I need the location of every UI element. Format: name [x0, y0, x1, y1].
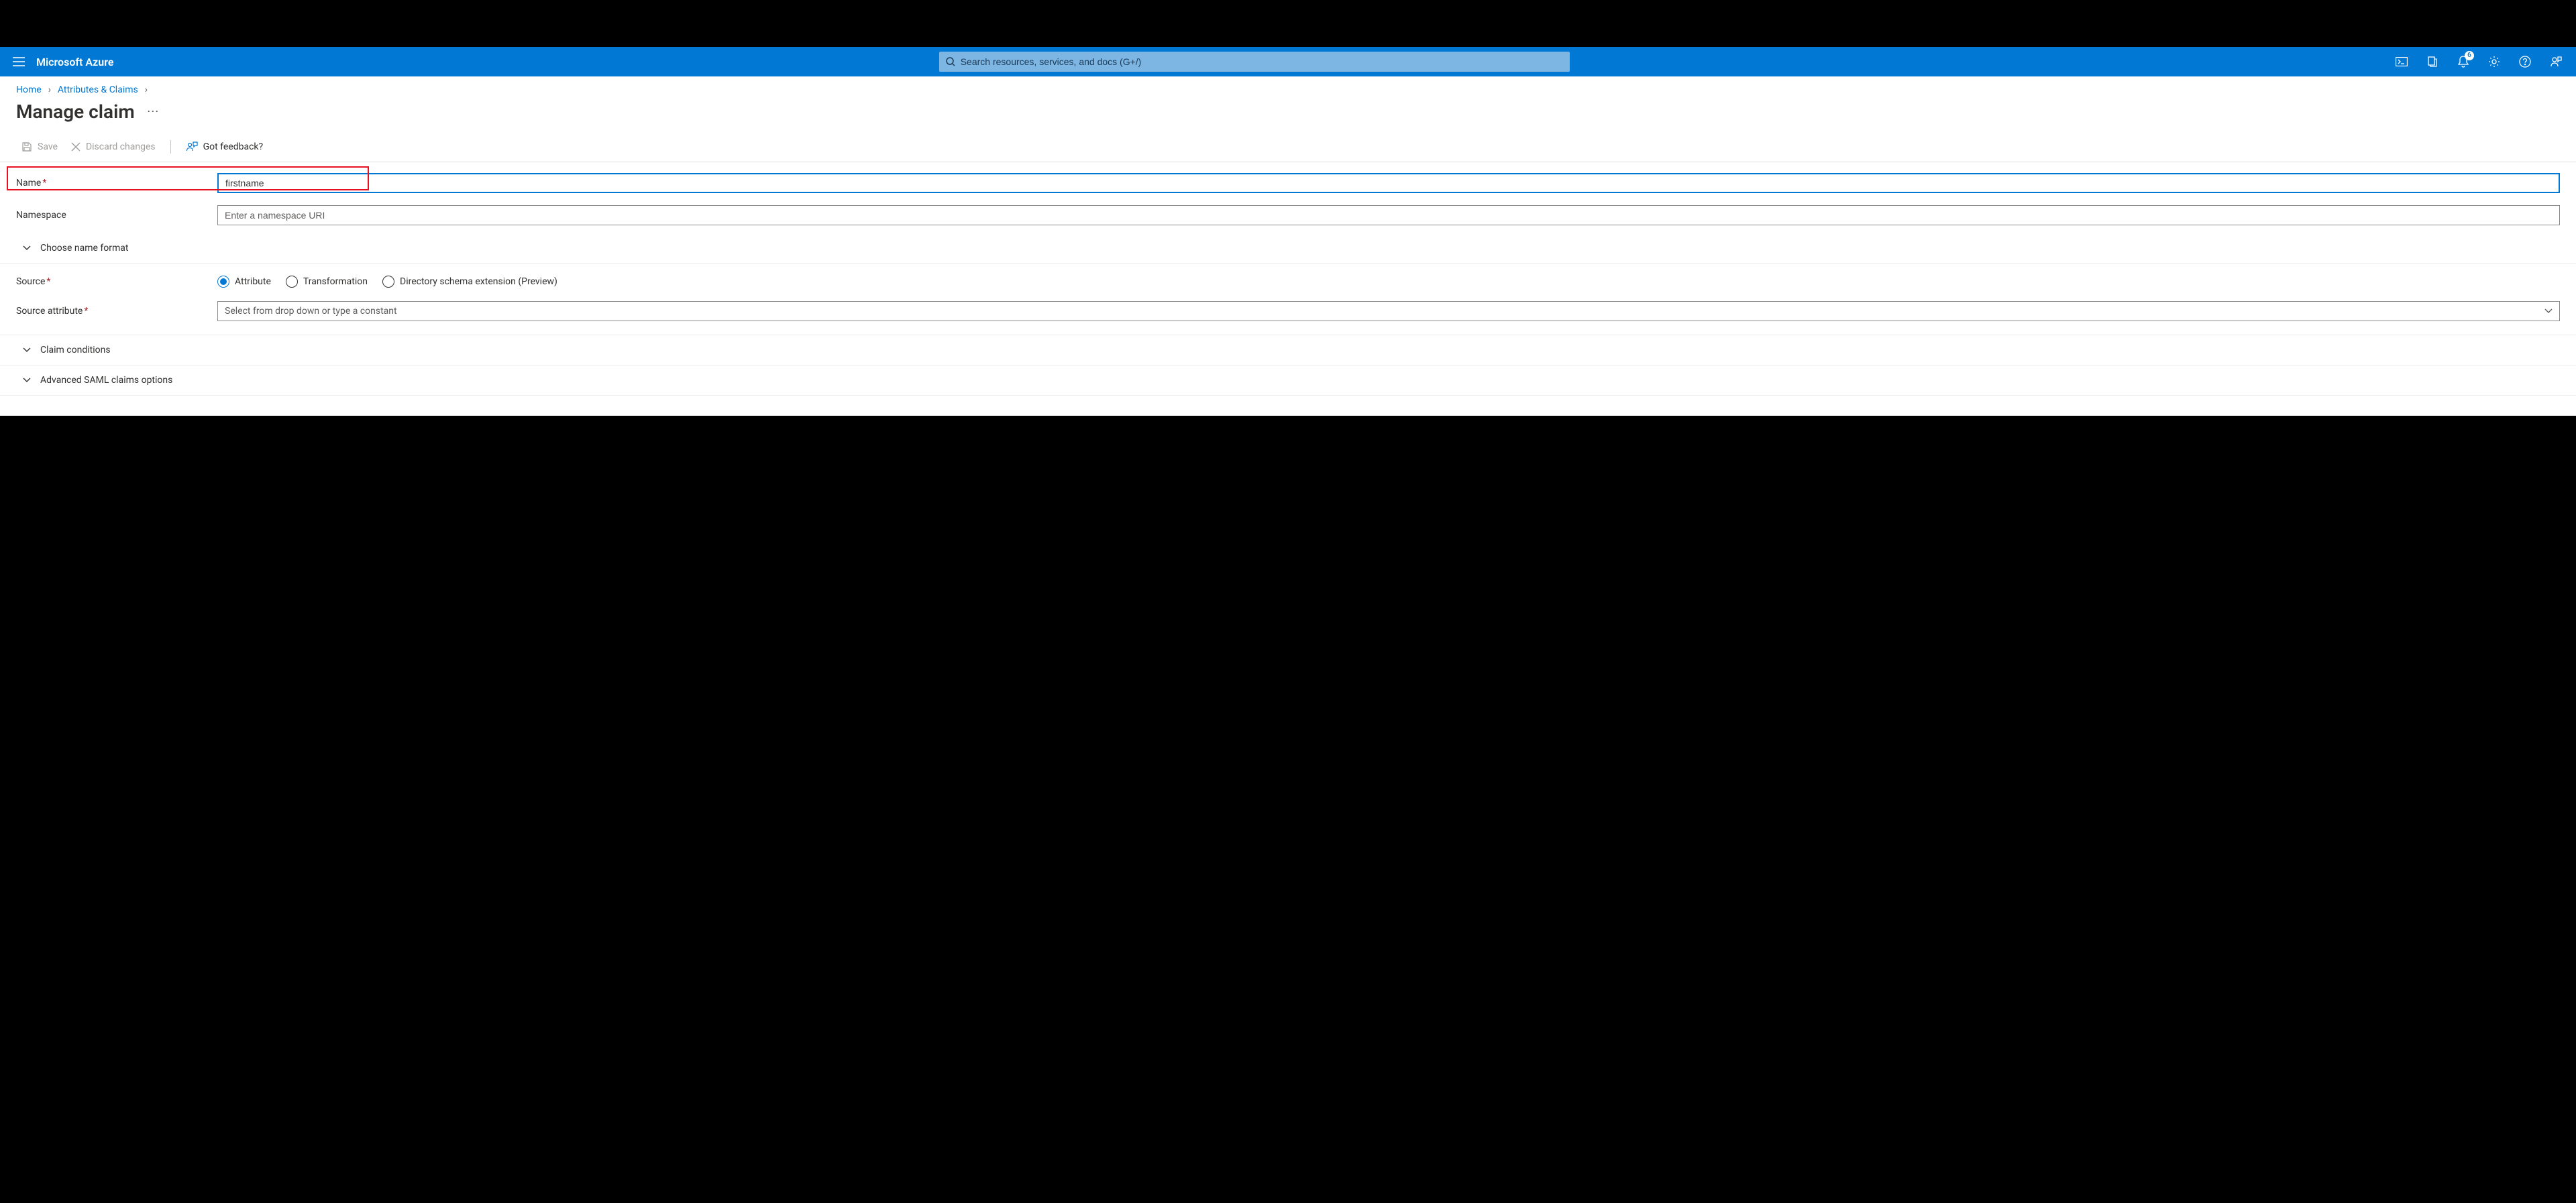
source-row: Source* Attribute Transformation [16, 264, 2560, 292]
advanced-saml-expander[interactable]: Advanced SAML claims options [0, 365, 2576, 396]
choose-name-format-label: Choose name format [40, 243, 129, 253]
source-attribute-row: Source attribute* Select from drop down … [16, 292, 2560, 335]
source-radio-transformation-label: Transformation [303, 276, 368, 287]
page-title: Manage claim [16, 101, 135, 123]
source-attribute-placeholder: Select from drop down or type a constant [225, 306, 397, 317]
source-radio-transformation[interactable]: Transformation [286, 276, 368, 288]
save-button[interactable]: Save [16, 139, 63, 155]
discard-button[interactable]: Discard changes [66, 139, 161, 155]
namespace-label: Namespace [16, 210, 66, 221]
name-row: Name* [16, 169, 2560, 197]
radio-dot-icon [286, 276, 298, 288]
chevron-down-icon [2544, 308, 2553, 314]
namespace-row: Namespace [16, 197, 2560, 229]
breadcrumb: Home › Attributes & Claims › [16, 84, 2560, 95]
more-actions-button[interactable]: ⋯ [147, 105, 160, 119]
source-attribute-select[interactable]: Select from drop down or type a constant [217, 301, 2560, 321]
advanced-saml-label: Advanced SAML claims options [40, 375, 172, 386]
help-icon [2519, 56, 2531, 68]
close-icon [71, 142, 80, 152]
page-content: Home › Attributes & Claims › Manage clai… [0, 76, 2576, 396]
toolbar-divider [170, 140, 171, 154]
source-radio-group: Attribute Transformation Directory schem… [217, 276, 2560, 288]
required-indicator: * [46, 276, 50, 287]
chevron-down-icon [23, 378, 31, 383]
breadcrumb-home[interactable]: Home [16, 84, 42, 95]
required-indicator: * [42, 178, 46, 188]
claim-conditions-expander[interactable]: Claim conditions [0, 335, 2576, 365]
chevron-right-icon: › [48, 84, 51, 95]
namespace-input[interactable] [217, 205, 2560, 225]
help-button[interactable] [2510, 47, 2540, 76]
settings-button[interactable] [2479, 47, 2509, 76]
source-radio-directory-ext[interactable]: Directory schema extension (Preview) [382, 276, 557, 288]
gear-icon [2488, 56, 2500, 68]
chevron-down-icon [23, 347, 31, 353]
azure-header: Microsoft Azure 6 [0, 47, 2576, 76]
notifications-button[interactable]: 6 [2449, 47, 2478, 76]
chevron-right-icon: › [145, 84, 148, 95]
toolbar: Save Discard changes Got feedback? [0, 135, 2576, 162]
manage-claim-form: Name* Namespace Choose name form [16, 162, 2560, 396]
radio-dot-icon [217, 276, 229, 288]
cloud-shell-button[interactable] [2387, 47, 2416, 76]
chevron-down-icon [23, 245, 31, 251]
source-radio-attribute[interactable]: Attribute [217, 276, 271, 288]
search-icon [946, 57, 955, 66]
brand-label[interactable]: Microsoft Azure [32, 56, 132, 68]
cloud-shell-icon [2396, 57, 2408, 66]
hamburger-icon [13, 57, 25, 66]
app-root: Microsoft Azure 6 [0, 47, 2576, 416]
source-label: Source [16, 276, 45, 287]
notification-badge: 6 [2465, 51, 2474, 60]
hamburger-menu-button[interactable] [5, 47, 32, 76]
source-radio-directory-ext-label: Directory schema extension (Preview) [400, 276, 557, 287]
required-indicator: * [84, 306, 88, 317]
header-actions: 6 [2376, 47, 2571, 76]
discard-label: Discard changes [86, 141, 156, 152]
feedback-label: Got feedback? [203, 141, 264, 152]
claim-conditions-label: Claim conditions [40, 345, 111, 355]
save-icon [21, 141, 32, 152]
feedback-header-button[interactable] [2541, 47, 2571, 76]
person-feedback-icon [186, 141, 198, 152]
radio-dot-icon [382, 276, 394, 288]
name-input[interactable] [217, 173, 2560, 193]
search-input[interactable] [961, 56, 1563, 67]
source-attribute-label: Source attribute [16, 306, 83, 317]
breadcrumb-attributes-claims[interactable]: Attributes & Claims [58, 84, 138, 95]
name-label: Name [16, 178, 41, 188]
save-label: Save [38, 141, 58, 152]
source-radio-attribute-label: Attribute [235, 276, 271, 287]
choose-name-format-expander[interactable]: Choose name format [0, 233, 2576, 264]
global-search[interactable] [939, 52, 1570, 72]
filter-icon [2427, 56, 2438, 67]
feedback-button[interactable]: Got feedback? [180, 139, 269, 155]
directory-filter-button[interactable] [2418, 47, 2447, 76]
person-feedback-icon [2550, 56, 2562, 68]
